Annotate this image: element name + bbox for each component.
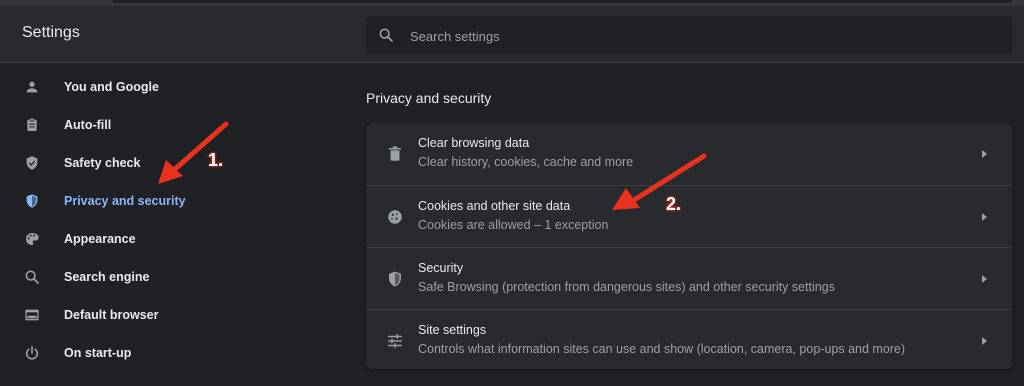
row-title: Cookies and other site data — [418, 199, 571, 213]
browser-tab — [112, 0, 1012, 3]
row-subtitle: Cookies are allowed – 1 exception — [418, 218, 609, 232]
sidebar-item-default-browser[interactable]: Default browser — [0, 296, 340, 334]
person-icon — [26, 81, 38, 93]
trash-icon — [389, 146, 401, 161]
settings-header: Settings — [0, 6, 1024, 63]
sidebar-item-appearance[interactable]: Appearance — [0, 220, 340, 258]
power-icon — [25, 346, 39, 360]
sidebar-item-label: Safety check — [64, 156, 141, 170]
section-title: Privacy and security — [366, 90, 492, 106]
row-subtitle: Controls what information sites can use … — [418, 342, 906, 356]
sidebar-item-label: On start-up — [64, 346, 132, 360]
search-icon — [379, 28, 393, 42]
annotation-marker-1: 1. — [208, 150, 224, 170]
sidebar-item-label: Search engine — [64, 270, 150, 284]
page-title: Settings — [22, 24, 80, 41]
cookie-icon — [388, 210, 402, 224]
sidebar-item-safety-check[interactable]: Safety check — [0, 144, 340, 182]
row-title: Clear browsing data — [418, 136, 530, 150]
sidebar-item-label: Appearance — [64, 232, 136, 246]
search-icon — [25, 270, 39, 284]
shield-icon — [389, 271, 401, 287]
sidebar-item-label: Default browser — [64, 308, 159, 322]
browser-icon — [25, 309, 39, 321]
chevron-right-icon — [982, 337, 987, 345]
shield-check-icon — [26, 156, 38, 170]
sidebar-item-privacy-and-security[interactable]: Privacy and security — [0, 182, 340, 220]
sidebar-item-label: Privacy and security — [64, 194, 186, 208]
sidebar-item-label: Auto-fill — [64, 118, 112, 132]
sidebar-item-search-engine[interactable]: Search engine — [0, 258, 340, 296]
search-input[interactable] — [408, 16, 992, 56]
row-title: Security — [418, 261, 464, 275]
settings-card: Clear browsing data Clear history, cooki… — [366, 123, 1012, 369]
sidebar-item-label: You and Google — [64, 80, 159, 94]
annotation-marker-2: 2. — [666, 194, 682, 214]
search-box[interactable] — [366, 16, 1012, 56]
sidebar: You and Google Auto-fill Safety check Pr… — [0, 68, 340, 372]
clear-browsing-data-row[interactable]: Clear browsing data Clear history, cooki… — [366, 123, 1012, 185]
cookies-row[interactable]: Cookies and other site data Cookies are … — [366, 185, 1012, 248]
chevron-right-icon — [982, 213, 987, 221]
sidebar-item-you-and-google[interactable]: You and Google — [0, 68, 340, 106]
clipboard-icon — [27, 118, 37, 131]
chevron-right-icon — [982, 275, 987, 283]
sidebar-item-autofill[interactable]: Auto-fill — [0, 106, 340, 144]
palette-icon — [26, 233, 39, 245]
tune-icon — [388, 334, 402, 348]
chevron-right-icon — [982, 150, 987, 158]
shield-icon — [26, 194, 38, 208]
site-settings-row[interactable]: Site settings Controls what information … — [366, 309, 1012, 372]
row-subtitle: Clear history, cookies, cache and more — [418, 155, 634, 169]
row-subtitle: Safe Browsing (protection from dangerous… — [418, 280, 835, 294]
row-title: Site settings — [418, 323, 487, 337]
sidebar-item-on-startup[interactable]: On start-up — [0, 334, 340, 372]
security-row[interactable]: Security Safe Browsing (protection from … — [366, 247, 1012, 310]
